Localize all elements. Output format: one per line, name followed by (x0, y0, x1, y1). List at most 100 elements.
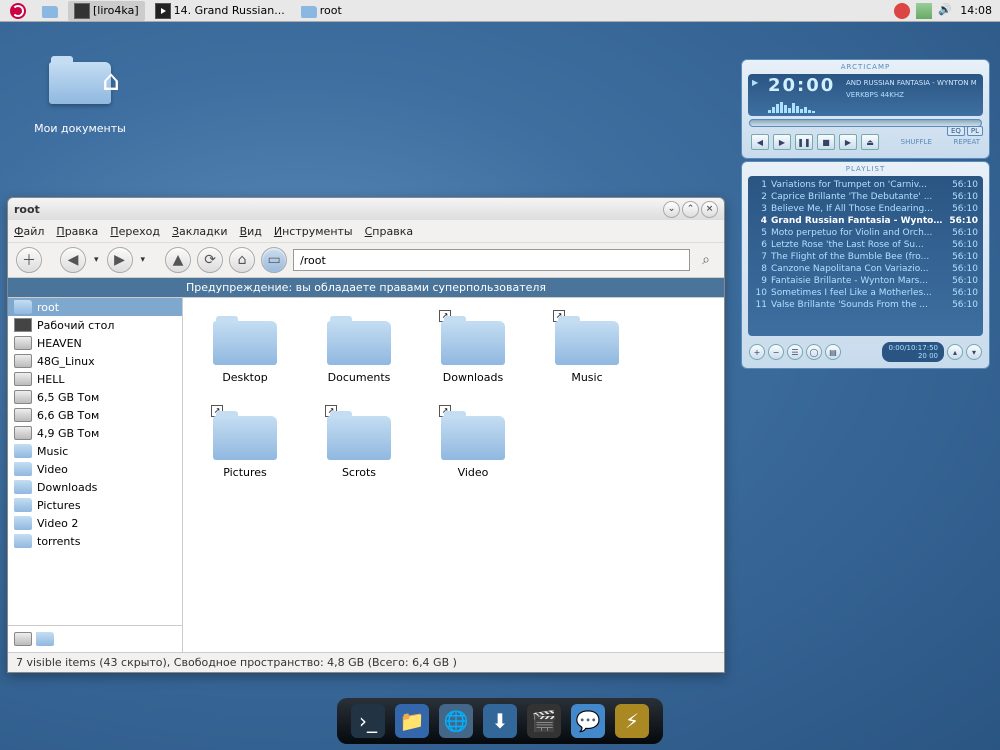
track-title: Believe Me, If All Those Endearing... (771, 204, 946, 214)
playlist-row[interactable]: 11Valse Brillante 'Sounds From the ...56… (751, 299, 980, 311)
playlist-box[interactable]: 1Variations for Trumpet on 'Carniv...56:… (748, 176, 983, 336)
sidebar-item-root[interactable]: root (8, 298, 182, 316)
folder-downloads[interactable]: ↗Downloads (421, 308, 525, 403)
close-button[interactable]: × (701, 201, 718, 218)
dock-terminal[interactable]: ›_ (351, 704, 385, 738)
folder-pictures[interactable]: ↗Pictures (193, 403, 297, 498)
clock[interactable]: 14:08 (960, 4, 992, 17)
show-desktop[interactable] (36, 2, 64, 20)
sidebar-item-48g-linux[interactable]: 48G_Linux (8, 352, 182, 370)
playlist-row[interactable]: 7The Flight of the Bumble Bee (fro...56:… (751, 251, 980, 263)
folder-desktop[interactable]: Desktop (193, 308, 297, 403)
folder-icon (555, 321, 619, 365)
playlist-row[interactable]: 3Believe Me, If All Those Endearing...56… (751, 203, 980, 215)
sidebar-item-video[interactable]: Video (8, 460, 182, 478)
dock-downloads[interactable]: ⬇ (483, 704, 517, 738)
tray-update-icon[interactable] (894, 3, 910, 19)
tray-network-icon[interactable] (916, 3, 932, 19)
play-button[interactable]: ▶ (773, 134, 791, 150)
pl-scroll-down[interactable]: ▾ (966, 344, 982, 360)
reload-button[interactable]: ⟳ (197, 247, 223, 273)
next-button[interactable]: ▶ (839, 134, 857, 150)
sidebar-item-pictures[interactable]: Pictures (8, 496, 182, 514)
sidebar-label: Pictures (37, 499, 81, 512)
dock-browser[interactable]: 🌐 (439, 704, 473, 738)
pl-add-button[interactable]: + (749, 344, 765, 360)
pl-list-button[interactable]: ▤ (825, 344, 841, 360)
dock-winamp[interactable]: ⚡ (615, 704, 649, 738)
menu-правка[interactable]: Правка (56, 225, 98, 238)
playlist-row[interactable]: 5Moto perpetuo for Violin and Orch...56:… (751, 227, 980, 239)
prev-button[interactable]: ◀ (751, 134, 769, 150)
sidebar-item-video-2[interactable]: Video 2 (8, 514, 182, 532)
path-input[interactable] (293, 249, 690, 271)
computer-button[interactable]: ▭ (261, 247, 287, 273)
folder-video[interactable]: ↗Video (421, 403, 525, 498)
player-main-panel[interactable]: ARCTICAMP ▶ 20:00 AND RUSSIAN FANTASIA -… (741, 59, 990, 159)
folder-scrots[interactable]: ↗Scrots (307, 403, 411, 498)
folder-documents[interactable]: Documents (307, 308, 411, 403)
sidebar-item-downloads[interactable]: Downloads (8, 478, 182, 496)
eject-button[interactable]: ⏏ (861, 134, 879, 150)
shuffle-button[interactable]: SHUFFLE (901, 138, 932, 146)
taskbar-item-filemanager[interactable]: root (295, 2, 348, 20)
sidebar-item-6-6-gb----[interactable]: 6,6 GB Том (8, 406, 182, 424)
playlist-row[interactable]: 10Sometimes I feel Like a Motherles...56… (751, 287, 980, 299)
home-button[interactable]: ⌂ (229, 247, 255, 273)
back-button[interactable]: ◀ (60, 247, 86, 273)
titlebar[interactable]: root ⌄ ⌃ × (8, 198, 724, 220)
folder-music[interactable]: ↗Music (535, 308, 639, 403)
taskbar-item-terminal[interactable]: [liro4ka] (68, 1, 145, 21)
sidebar-item-4-9-gb----[interactable]: 4,9 GB Том (8, 424, 182, 442)
file-pane[interactable]: DesktopDocuments↗Downloads↗Music ↗Picture… (183, 298, 724, 652)
time-display[interactable]: 20:00 (768, 75, 835, 96)
playlist-row[interactable]: 1Variations for Trumpet on 'Carniv...56:… (751, 179, 980, 191)
pl-misc-button[interactable]: ◯ (806, 344, 822, 360)
playlist-row[interactable]: 2Caprice Brillante 'The Debutante' ...56… (751, 191, 980, 203)
search-button[interactable]: ⌕ (696, 252, 716, 268)
back-history-dropdown[interactable]: ▾ (92, 255, 101, 265)
sidebar-item-6-5-gb----[interactable]: 6,5 GB Том (8, 388, 182, 406)
forward-button[interactable]: ▶ (107, 247, 133, 273)
up-button[interactable]: ▲ (165, 247, 191, 273)
menu-файл[interactable]: Файл (14, 225, 44, 238)
tray-volume-icon[interactable]: 🔊 (938, 3, 954, 19)
stop-button[interactable]: ■ (817, 134, 835, 150)
dock-filemanager[interactable]: 📁 (395, 704, 429, 738)
file-label: Video (458, 466, 489, 479)
menu-справка[interactable]: Справка (365, 225, 413, 238)
minimize-button[interactable]: ⌄ (663, 201, 680, 218)
forward-history-dropdown[interactable]: ▾ (139, 255, 148, 265)
sidebar-mode-places[interactable] (36, 632, 54, 646)
maximize-button[interactable]: ⌃ (682, 201, 699, 218)
sidebar-mode-drives[interactable] (14, 632, 32, 646)
sidebar-item-heaven[interactable]: HEAVEN (8, 334, 182, 352)
menu-вид[interactable]: Вид (240, 225, 262, 238)
track-num: 1 (753, 180, 767, 190)
sidebar-item-torrents[interactable]: torrents (8, 532, 182, 550)
sidebar-item-music[interactable]: Music (8, 442, 182, 460)
menu-закладки[interactable]: Закладки (172, 225, 228, 238)
menu-переход[interactable]: Переход (110, 225, 160, 238)
playlist-row[interactable]: 4Grand Russian Fantasia - Wynton ...56:1… (751, 215, 980, 227)
dock-chat[interactable]: 💬 (571, 704, 605, 738)
playlist-row[interactable]: 9Fantaisie Brillante - Wynton Mars...56:… (751, 275, 980, 287)
pl-scroll-up[interactable]: ▴ (947, 344, 963, 360)
playlist-row[interactable]: 8Canzone Napolitana Con Variazio...56:10 (751, 263, 980, 275)
pause-button[interactable]: ❚❚ (795, 134, 813, 150)
repeat-button[interactable]: REPEAT (954, 138, 980, 146)
pl-button[interactable]: PL (967, 126, 983, 136)
menu-инструменты[interactable]: Инструменты (274, 225, 353, 238)
sidebar-item-hell[interactable]: HELL (8, 370, 182, 388)
playlist-row[interactable]: 6Letzte Rose 'the Last Rose of Su...56:1… (751, 239, 980, 251)
eq-button[interactable]: EQ (947, 126, 965, 136)
taskbar-item-media[interactable]: 14. Grand Russian... (149, 1, 291, 21)
folder-icon (441, 321, 505, 365)
pl-remove-button[interactable]: − (768, 344, 784, 360)
sidebar-item-------------[interactable]: Рабочий стол (8, 316, 182, 334)
add-tab-button[interactable]: ＋ (16, 247, 42, 273)
pl-select-button[interactable]: ☰ (787, 344, 803, 360)
menu-launcher[interactable] (4, 1, 32, 21)
desktop-icon-documents[interactable]: Мои документы (30, 50, 130, 135)
dock-video[interactable]: 🎬 (527, 704, 561, 738)
